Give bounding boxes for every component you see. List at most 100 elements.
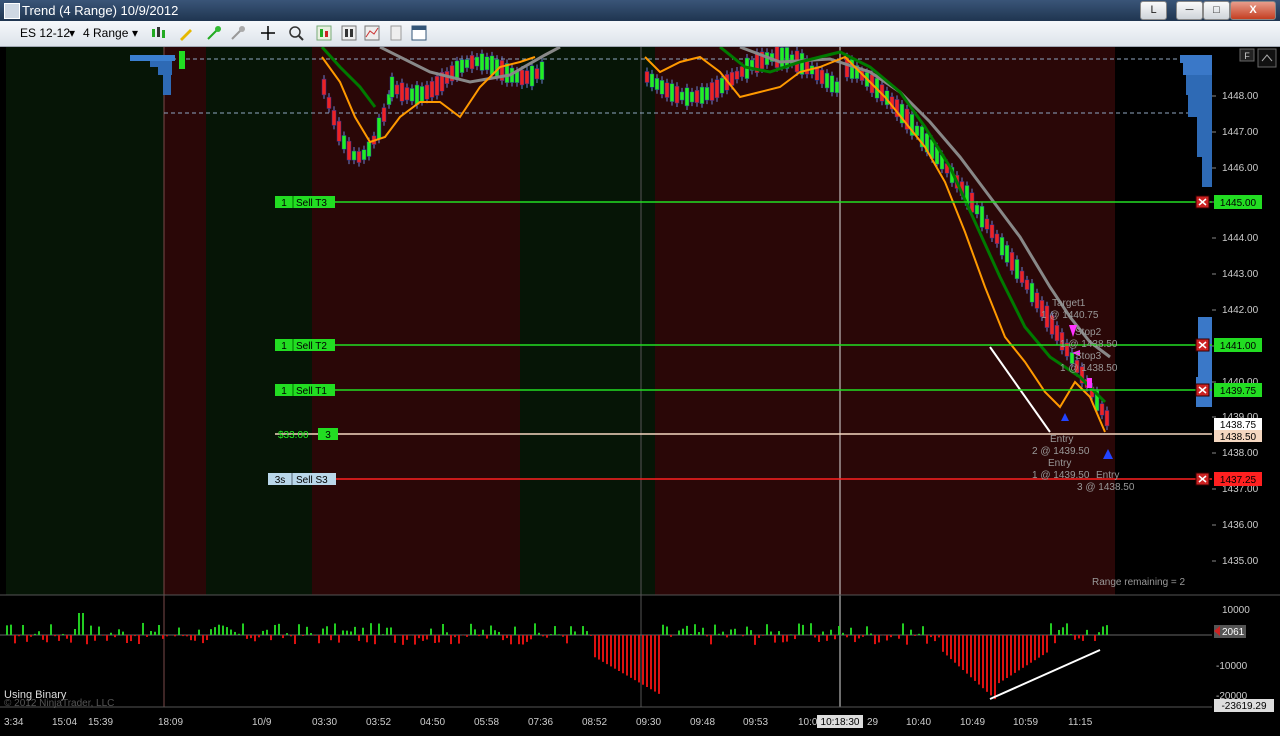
- sell-t1-order[interactable]: 1 Sell T1: [275, 384, 335, 397]
- svg-text:1441.00: 1441.00: [1220, 341, 1257, 352]
- candle-body: [1029, 282, 1035, 303]
- candle-body: [404, 87, 410, 101]
- chevron-down-icon[interactable]: ▾: [69, 24, 75, 43]
- histogram-bar: [226, 627, 228, 635]
- histogram-bar: [34, 633, 36, 635]
- instrument-selector[interactable]: ES 12-12: [20, 24, 70, 43]
- crosshair-time-tag: 10:18:30: [817, 715, 863, 728]
- properties-icon[interactable]: [388, 25, 404, 41]
- histogram-bar: [86, 635, 88, 645]
- indicator-min-tag: -23619.29: [1214, 699, 1274, 712]
- window-title: Trend (4 Range) 10/9/2012: [22, 3, 179, 18]
- chevron-down-icon[interactable]: ▾: [132, 24, 138, 43]
- histogram-bar: [602, 635, 604, 662]
- histogram-bar: [586, 631, 588, 635]
- minimize-button[interactable]: ─: [1176, 1, 1203, 20]
- zoom-icon[interactable]: [288, 25, 304, 41]
- histogram-bar: [862, 635, 864, 637]
- price-tag-1438-75: 1438.75: [1214, 418, 1262, 431]
- candle-body: [1014, 259, 1020, 280]
- data-box-icon[interactable]: [341, 25, 357, 41]
- histogram-bar: [502, 635, 504, 641]
- histogram-bar: [70, 635, 72, 643]
- histogram-bar: [74, 628, 76, 635]
- svg-text:Entry: Entry: [1096, 470, 1119, 481]
- svg-text:1 @ 1438.50: 1 @ 1438.50: [1060, 363, 1118, 374]
- indicator-axis: 10000 -10000 -20000: [1216, 605, 1250, 702]
- maximize-button[interactable]: □: [1203, 1, 1230, 20]
- candle-body: [399, 82, 405, 102]
- histogram-bar: [106, 635, 108, 641]
- svg-text:1439.75: 1439.75: [1220, 386, 1257, 397]
- price-axis[interactable]: 1448.00 1447.00 1446.00 1445.00 1444.00 1443.…: [1212, 91, 1259, 567]
- chart-trader-icon[interactable]: [316, 25, 332, 41]
- period-selector[interactable]: 4 Range: [83, 24, 128, 43]
- candle-body: [999, 236, 1005, 256]
- price-axis-label: 1446.00: [1222, 163, 1259, 174]
- histogram-bar: [1106, 625, 1108, 635]
- app-icon: [4, 3, 20, 19]
- histogram-bar: [714, 624, 716, 635]
- sell-t3-order[interactable]: 1 Sell T3: [275, 196, 335, 209]
- strategy-icon[interactable]: [230, 25, 246, 41]
- candle-body: [1099, 403, 1105, 416]
- histogram-bar: [534, 623, 536, 635]
- chart-canvas[interactable]: 1 Sell T3 1 Sell T2 1 Sell T1 $33.00 3 3…: [0, 47, 1280, 736]
- histogram-bar: [934, 635, 936, 642]
- svg-text:-23619.29: -23619.29: [1221, 701, 1266, 712]
- candle-body: [829, 75, 835, 93]
- link-button[interactable]: L: [1140, 1, 1167, 20]
- histogram-bar: [202, 635, 204, 644]
- histogram-bar: [1006, 635, 1008, 678]
- histogram-bar: [334, 623, 336, 635]
- time-axis-label: 10/9: [252, 717, 272, 728]
- svg-text:Sell S3: Sell S3: [296, 475, 328, 486]
- histogram-bar: [142, 622, 144, 635]
- svg-text:1437.25: 1437.25: [1220, 475, 1257, 486]
- histogram-bar: [666, 626, 668, 635]
- histogram-bar: [270, 635, 272, 641]
- price-axis-label: 1442.00: [1222, 305, 1259, 316]
- sell-s3-order[interactable]: 3s Sell S3: [268, 473, 336, 486]
- candle-body: [669, 83, 675, 102]
- histogram-bar: [494, 630, 496, 635]
- position-marker[interactable]: $33.00 3: [278, 428, 338, 441]
- sell-t2-order[interactable]: 1 Sell T2: [275, 339, 335, 352]
- time-axis[interactable]: 3:34 15:04 15:39 18:09 10/9 03:30 03:52 04:50 05…: [4, 717, 1093, 728]
- histogram-bar: [818, 635, 820, 642]
- add-indicator-icon[interactable]: [206, 25, 222, 41]
- chart-menu-button[interactable]: F: [1239, 48, 1255, 62]
- histogram-bar: [206, 635, 208, 641]
- window-layout-icon[interactable]: [411, 25, 427, 41]
- indicators-icon[interactable]: [364, 25, 380, 41]
- histogram-bar: [646, 635, 648, 687]
- candle-body: [694, 90, 700, 103]
- histogram-bar: [362, 627, 364, 635]
- candle-body: [394, 84, 400, 95]
- histogram-bar: [18, 635, 20, 637]
- candle-body: [1069, 352, 1075, 364]
- histogram-bar: [342, 630, 344, 635]
- cancel-order-icon[interactable]: [1195, 195, 1210, 209]
- histogram-bar: [746, 626, 748, 635]
- candle-body: [1009, 251, 1015, 271]
- candle-body: [679, 91, 685, 101]
- cancel-order-icon[interactable]: [1195, 383, 1210, 397]
- histogram-bar: [42, 635, 44, 640]
- histogram-bar: [406, 635, 408, 640]
- histogram-bar: [906, 635, 908, 645]
- candle-body: [454, 60, 460, 79]
- pencil-icon[interactable]: [178, 25, 194, 41]
- price-axis-label: 1438.00: [1222, 448, 1259, 459]
- cancel-order-icon[interactable]: [1195, 338, 1210, 352]
- histogram-bar: [1014, 635, 1016, 673]
- histogram-bar: [870, 633, 872, 635]
- histogram-bar: [946, 635, 948, 656]
- scroll-up-button[interactable]: [1257, 48, 1277, 68]
- crosshair-icon[interactable]: [260, 25, 276, 41]
- histogram-bar: [466, 635, 468, 637]
- histogram-bar: [14, 635, 16, 644]
- cancel-order-icon[interactable]: [1195, 472, 1210, 486]
- close-button[interactable]: X: [1230, 1, 1276, 20]
- bar-style-icon[interactable]: [150, 25, 166, 41]
